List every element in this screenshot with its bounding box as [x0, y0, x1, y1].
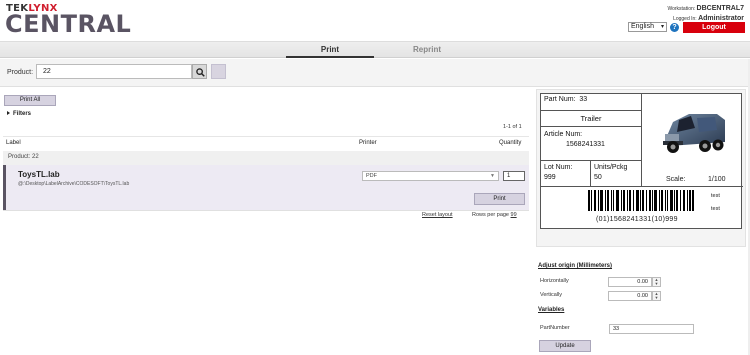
clear-button[interactable] — [211, 64, 226, 79]
article-num-label: Article Num: — [544, 131, 583, 138]
language-select[interactable]: English ▾ — [628, 22, 667, 32]
adjust-origin-title: Adjust origin (Millimeters) — [538, 263, 613, 269]
barcode-text: (01)1568241331(10)999 — [596, 216, 678, 223]
caret-right-icon — [7, 111, 10, 116]
units-label: Units/Pckg — [594, 164, 628, 171]
logged-in-value: Administrator — [698, 15, 744, 22]
vertical-spinner[interactable]: ▲ ▼ — [652, 291, 661, 301]
product-input[interactable]: 22 — [36, 64, 192, 79]
print-all-button[interactable]: Print All — [4, 95, 56, 106]
image-cell — [642, 94, 743, 187]
language-value: English — [631, 23, 654, 30]
truck-icon — [663, 114, 725, 153]
reset-layout-link[interactable]: Reset layout — [422, 212, 453, 218]
chevron-down-icon: ▼ — [490, 173, 495, 179]
horizontal-spinner[interactable]: ▲ ▼ — [652, 277, 661, 287]
spin-down-icon[interactable]: ▼ — [653, 296, 660, 300]
group-row: Product: 22 — [3, 151, 529, 165]
vertically-label: Vertically — [540, 292, 563, 298]
workstation-label: Workstation: — [667, 6, 696, 12]
update-button[interactable]: Update — [539, 340, 591, 352]
label-path: @:\Desktop\LabelArchive\CODESOFT\ToysTL.… — [18, 181, 130, 187]
tab-print[interactable]: Print — [286, 42, 374, 58]
label-name: ToysTL.lab — [18, 170, 60, 179]
column-header-quantity[interactable]: Quantity — [499, 136, 521, 150]
scale-value: 1/100 — [708, 176, 726, 183]
product-search-bar: Product: 22 — [0, 59, 750, 87]
trailer-cell: Trailer — [541, 111, 642, 127]
units-value: 50 — [594, 174, 602, 181]
article-num-cell: Article Num: 1568241331 — [541, 127, 642, 161]
variable-name: PartNumber — [540, 325, 570, 331]
quantity-input[interactable]: 1 — [503, 171, 525, 181]
part-num-label: Part Num: — [544, 96, 576, 103]
central-logo: CENTRAL — [5, 10, 132, 38]
logout-button[interactable]: Logout — [683, 22, 745, 33]
horizontal-offset-input[interactable]: 0.00 — [608, 277, 652, 287]
session-info: Workstation: DBCENTRAL7 Logged In: Admin… — [667, 4, 744, 24]
lot-num-value: 999 — [544, 174, 556, 181]
column-header-label[interactable]: Label — [6, 136, 21, 150]
group-label: Product: 22 — [8, 154, 39, 160]
horizontally-label: Horizontally — [540, 278, 569, 284]
question-circle-icon[interactable]: ? — [670, 23, 679, 32]
variable-value-input[interactable]: 33 — [609, 324, 694, 334]
tab-bar: Print Reprint — [0, 41, 750, 58]
chevron-down-icon: ▾ — [660, 24, 664, 30]
part-num-cell: Part Num: 33 — [541, 94, 642, 111]
table-header — [3, 136, 529, 150]
search-button[interactable] — [192, 64, 207, 79]
label-preview: Part Num: 33 Trailer Article Num: 1568241… — [540, 93, 743, 229]
paging-info: 1-1 of 1 — [503, 124, 522, 130]
table-row[interactable]: ToysTL.lab @:\Desktop\LabelArchive\CODES… — [3, 165, 529, 210]
product-label: Product: — [7, 69, 34, 76]
article-num-value: 1568241331 — [566, 141, 605, 148]
test-text-2: test — [711, 206, 720, 212]
variables-title: Variables — [538, 307, 565, 313]
barcode-image — [588, 190, 694, 211]
rows-per-page: Rows per page 99 — [472, 212, 517, 218]
lot-num-cell: Lot Num: 999 — [541, 161, 591, 187]
test-text-1: test — [711, 193, 720, 199]
filters-toggle[interactable]: Filters — [7, 111, 31, 117]
rows-per-page-select[interactable]: 99 — [511, 212, 517, 218]
units-cell: Units/Pckg 50 — [591, 161, 642, 187]
spin-down-icon[interactable]: ▼ — [653, 282, 660, 286]
filters-label: Filters — [13, 111, 32, 117]
scale-label: Scale: — [666, 176, 686, 183]
column-header-printer[interactable]: Printer — [359, 136, 377, 150]
workstation-value: DBCENTRAL7 — [696, 5, 744, 12]
print-button[interactable]: Print — [474, 193, 525, 205]
magnifier-icon — [196, 68, 205, 77]
printer-select[interactable]: PDF ▼ — [362, 171, 499, 181]
printer-value: PDF — [366, 173, 377, 179]
vertical-offset-input[interactable]: 0.00 — [608, 291, 652, 301]
lot-num-label: Lot Num: — [544, 164, 573, 171]
rows-per-page-label: Rows per page — [472, 212, 509, 218]
app-header: TEKLYNX CENTRAL Workstation: DBCENTRAL7 … — [0, 0, 750, 41]
tab-reprint[interactable]: Reprint — [374, 42, 480, 58]
divider — [3, 210, 529, 211]
part-num-value: 33 — [579, 96, 588, 103]
